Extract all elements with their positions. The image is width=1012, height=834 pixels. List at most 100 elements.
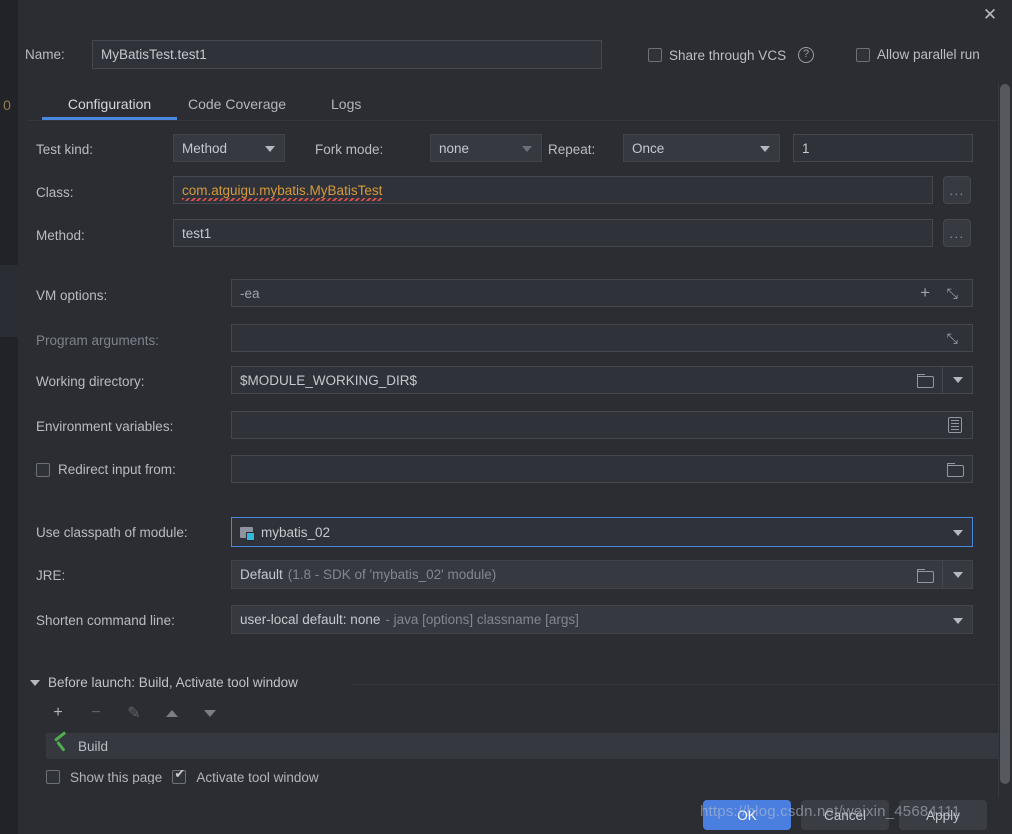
- tab-code-coverage-label: Code Coverage: [188, 96, 287, 112]
- method-value: test1: [182, 225, 212, 241]
- before-launch-task-row[interactable]: Build: [46, 733, 1003, 759]
- classpath-module-dropdown[interactable]: mybatis_02: [231, 517, 973, 547]
- help-icon[interactable]: ?: [798, 47, 815, 63]
- add-icon[interactable]: +: [48, 703, 68, 723]
- repeat-value: Once: [632, 140, 665, 156]
- vertical-scrollbar-thumb[interactable]: [1000, 84, 1010, 784]
- share-through-vcs-checkbox-box[interactable]: [648, 48, 662, 62]
- working-directory-value: $MODULE_WORKING_DIR$: [240, 372, 418, 388]
- working-directory-input[interactable]: $MODULE_WORKING_DIR$: [231, 366, 973, 394]
- activate-tool-window-checkbox[interactable]: [172, 770, 187, 784]
- shorten-command-line-label: Shorten command line:: [36, 613, 175, 628]
- run-configuration-dialog: ✕ Name: Share through VCS ? Allow parall…: [18, 0, 1012, 834]
- before-launch-toolbar: + − ✎: [48, 703, 220, 723]
- test-kind-label: Test kind:: [36, 142, 94, 157]
- move-up-icon[interactable]: [162, 703, 182, 723]
- fork-mode-value: none: [439, 140, 470, 156]
- chevron-down-icon: [952, 571, 963, 578]
- jre-dropdown-button[interactable]: [942, 561, 972, 588]
- add-icon[interactable]: +: [920, 284, 930, 301]
- folder-icon[interactable]: [940, 456, 970, 482]
- redirect-input-path-input[interactable]: [231, 455, 973, 483]
- repeat-count-value: 1: [802, 140, 810, 156]
- tab-bar: Configuration Code Coverage Logs: [28, 88, 1003, 122]
- dialog-footer: OK Cancel Apply: [18, 798, 1012, 834]
- chevron-down-icon: [522, 146, 532, 152]
- share-through-vcs-checkbox[interactable]: Share through VCS ?: [648, 47, 815, 63]
- ok-button[interactable]: OK: [703, 800, 791, 830]
- shorten-command-line-dropdown[interactable]: user-local default: none - java [options…: [231, 605, 973, 634]
- test-kind-value: Method: [182, 140, 228, 156]
- tab-logs-label: Logs: [331, 96, 362, 112]
- program-arguments-input[interactable]: ⤢: [231, 324, 973, 352]
- jre-label: JRE:: [36, 568, 66, 583]
- tab-code-coverage[interactable]: Code Coverage: [188, 88, 286, 120]
- environment-variables-label: Environment variables:: [36, 419, 174, 434]
- dialog-titlebar: ✕: [18, 0, 1012, 30]
- expand-icon[interactable]: ⤢: [947, 330, 958, 347]
- jre-detail: (1.8 - SDK of 'mybatis_02' module): [287, 567, 497, 582]
- method-label: Method:: [36, 228, 85, 243]
- show-this-page-checkbox[interactable]: [46, 770, 60, 784]
- chevron-down-icon: [265, 146, 275, 152]
- method-input[interactable]: test1: [173, 219, 933, 247]
- ide-background-glyph: 0: [3, 97, 11, 113]
- working-directory-dropdown-button[interactable]: [942, 367, 972, 393]
- edit-pencil-icon[interactable]: ✎: [124, 703, 144, 723]
- configuration-form: Test kind: Method Fork mode: none Repeat…: [18, 124, 1012, 664]
- activate-tool-window-label: Activate tool window: [196, 770, 319, 784]
- class-browse-label: ...: [949, 182, 965, 198]
- class-browse-button[interactable]: ...: [943, 176, 971, 204]
- allow-parallel-run-checkbox[interactable]: Allow parallel run: [856, 47, 980, 62]
- allow-parallel-run-label: Allow parallel run: [877, 47, 980, 62]
- before-launch-options: Show this page Activate tool window: [46, 770, 319, 784]
- apply-button[interactable]: Apply: [899, 800, 987, 830]
- redirect-input-checkbox-box[interactable]: [36, 462, 50, 477]
- method-browse-button[interactable]: ...: [943, 219, 971, 247]
- repeat-label: Repeat:: [548, 142, 596, 157]
- method-browse-label: ...: [949, 225, 965, 241]
- classpath-module-value: mybatis_02: [261, 524, 331, 540]
- module-icon: [240, 526, 255, 541]
- remove-icon[interactable]: −: [86, 703, 106, 723]
- cancel-button[interactable]: Cancel: [801, 800, 889, 830]
- folder-icon[interactable]: [910, 561, 940, 588]
- repeat-count-input[interactable]: 1: [793, 134, 973, 162]
- chevron-down-icon: [760, 146, 770, 152]
- vm-options-input[interactable]: -ea + ⤢: [231, 279, 973, 307]
- fork-mode-label: Fork mode:: [315, 142, 384, 157]
- ide-background-panel: [0, 265, 18, 337]
- jre-dropdown[interactable]: Default (1.8 - SDK of 'mybatis_02' modul…: [231, 560, 973, 589]
- tab-logs[interactable]: Logs: [331, 88, 361, 120]
- class-input[interactable]: com.atguigu.mybatis.MyBatisTest: [173, 176, 933, 204]
- allow-parallel-run-checkbox-box[interactable]: [856, 47, 870, 62]
- fork-mode-dropdown[interactable]: none: [430, 134, 542, 162]
- folder-icon[interactable]: [910, 367, 940, 393]
- chevron-down-icon: [952, 377, 963, 383]
- before-launch-title: Before launch: Build, Activate tool wind…: [48, 675, 298, 690]
- ide-background-strip: [0, 0, 18, 834]
- class-value: com.atguigu.mybatis.MyBatisTest: [182, 182, 383, 201]
- before-launch-header[interactable]: Before launch: Build, Activate tool wind…: [30, 675, 298, 690]
- before-launch-rule: [353, 684, 1003, 685]
- chevron-down-icon: [953, 530, 963, 536]
- shorten-command-line-detail: - java [options] classname [args]: [385, 612, 579, 627]
- vm-options-label: VM options:: [36, 288, 108, 303]
- expand-icon[interactable]: ⤢: [947, 285, 958, 302]
- hammer-icon: [54, 738, 70, 754]
- move-down-icon[interactable]: [200, 703, 220, 723]
- close-icon[interactable]: ✕: [976, 1, 1004, 29]
- shorten-command-line-value: user-local default: none: [240, 612, 381, 627]
- chevron-down-icon: [953, 617, 963, 624]
- tab-configuration[interactable]: Configuration: [42, 88, 177, 120]
- class-label: Class:: [36, 185, 74, 200]
- environment-variables-input[interactable]: [231, 411, 973, 439]
- redirect-input-checkbox[interactable]: Redirect input from:: [36, 462, 176, 477]
- repeat-dropdown[interactable]: Once: [623, 134, 780, 162]
- test-kind-dropdown[interactable]: Method: [173, 134, 285, 162]
- show-this-page-label: Show this page: [70, 770, 163, 784]
- tab-configuration-label: Configuration: [67, 96, 152, 112]
- name-input[interactable]: [92, 40, 602, 69]
- variables-list-icon[interactable]: [940, 412, 970, 438]
- chevron-down-icon[interactable]: [30, 679, 40, 686]
